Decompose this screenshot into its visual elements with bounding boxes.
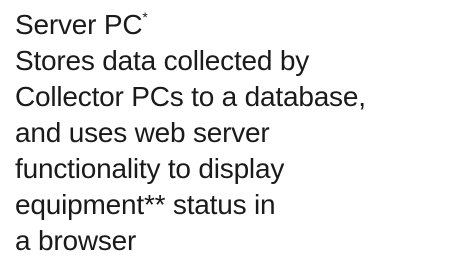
description-line: and uses web server (15, 117, 270, 148)
description-line: a browser (15, 225, 137, 256)
footnote-mark: * (142, 8, 148, 25)
card-title: Server PC* (15, 7, 445, 43)
description-line: functionality to display (15, 153, 285, 184)
description-line: Stores data collected by (15, 45, 310, 76)
description-line: equipment** status in (15, 189, 276, 220)
description-line: Collector PCs to a database, (15, 81, 366, 112)
info-card: Server PC* Stores data collected by Coll… (0, 0, 451, 266)
card-description: Stores data collected by Collector PCs t… (15, 43, 445, 259)
card-title-text: Server PC (15, 9, 143, 40)
card-content: Server PC* Stores data collected by Coll… (15, 7, 445, 259)
